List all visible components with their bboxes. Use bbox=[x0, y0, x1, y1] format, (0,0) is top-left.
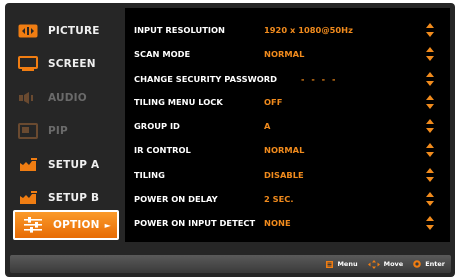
sidebar-item-picture[interactable]: PICTURE bbox=[10, 17, 116, 45]
setting-row-input-resolution[interactable]: INPUT RESOLUTION 1920 x 1080@50Hz bbox=[125, 21, 450, 39]
sliders-icon bbox=[19, 211, 47, 239]
enter-icon bbox=[413, 260, 422, 268]
sidebar-item-label: AUDIO bbox=[48, 92, 87, 104]
setting-row-tiling-menu-lock[interactable]: TILING MENU LOCK OFF bbox=[125, 93, 450, 111]
up-down-arrows-icon[interactable] bbox=[426, 168, 434, 182]
up-down-arrows-icon[interactable] bbox=[426, 192, 434, 206]
chevron-right-icon: ► bbox=[104, 220, 111, 230]
pip-icon bbox=[14, 117, 42, 145]
setup-a-icon bbox=[14, 151, 42, 179]
setting-value: NONE bbox=[264, 218, 291, 228]
sidebar-item-label: OPTION bbox=[53, 219, 100, 231]
navigation-hint-bar: Menu Move Enter bbox=[10, 255, 451, 273]
setting-row-change-security-password[interactable]: CHANGE SECURITY PASSWORD - - - - bbox=[125, 70, 450, 88]
hint-enter: Enter bbox=[413, 260, 445, 268]
sidebar-item-label: PICTURE bbox=[48, 25, 100, 37]
setting-label: GROUP ID bbox=[134, 121, 180, 131]
hint-menu: Menu bbox=[326, 260, 358, 268]
setting-value: 2 SEC. bbox=[264, 194, 294, 204]
up-down-arrows-icon[interactable] bbox=[426, 119, 434, 133]
setting-label: POWER ON DELAY bbox=[134, 194, 218, 204]
sidebar-item-pip: PIP bbox=[10, 117, 116, 145]
sidebar-item-label: SCREEN bbox=[48, 58, 96, 70]
sidebar-item-screen[interactable]: SCREEN bbox=[10, 50, 116, 78]
setting-label: CHANGE SECURITY PASSWORD bbox=[134, 74, 278, 84]
up-down-arrows-icon[interactable] bbox=[426, 143, 434, 157]
setting-value: A bbox=[264, 121, 271, 131]
sidebar-item-audio: AUDIO bbox=[10, 84, 116, 112]
setting-value: OFF bbox=[264, 97, 283, 107]
setting-row-ir-control[interactable]: IR CONTROL NORMAL bbox=[125, 141, 450, 159]
setting-row-power-on-input-detect[interactable]: POWER ON INPUT DETECT NONE bbox=[125, 214, 450, 232]
setting-label: TILING bbox=[134, 170, 165, 180]
up-down-arrows-icon[interactable] bbox=[426, 23, 434, 37]
up-down-arrows-icon[interactable] bbox=[426, 72, 434, 86]
sidebar-item-label: PIP bbox=[48, 125, 68, 137]
setting-row-tiling[interactable]: TILING DISABLE bbox=[125, 166, 450, 184]
sidebar-item-setup-a[interactable]: SETUP A bbox=[10, 151, 116, 179]
hint-move: Move bbox=[367, 259, 404, 269]
picture-icon bbox=[14, 17, 42, 45]
speaker-icon bbox=[14, 84, 42, 112]
setup-b-icon bbox=[14, 184, 42, 212]
setting-row-group-id[interactable]: GROUP ID A bbox=[125, 117, 450, 135]
setting-label: INPUT RESOLUTION bbox=[134, 25, 225, 35]
setting-value: DISABLE bbox=[264, 170, 304, 180]
setting-label: SCAN MODE bbox=[134, 49, 191, 59]
setting-row-power-on-delay[interactable]: POWER ON DELAY 2 SEC. bbox=[125, 190, 450, 208]
hint-label: Enter bbox=[425, 260, 445, 268]
osd-sidebar: PICTURE SCREEN AUDIO PIP SETUP A SETUP B bbox=[5, 3, 121, 245]
sidebar-item-label: SETUP B bbox=[48, 192, 100, 204]
setting-label: IR CONTROL bbox=[134, 145, 191, 155]
up-down-arrows-icon[interactable] bbox=[426, 95, 434, 109]
sidebar-item-label: SETUP A bbox=[48, 159, 100, 171]
monitor-icon bbox=[14, 50, 42, 78]
option-settings-panel: INPUT RESOLUTION 1920 x 1080@50Hz SCAN M… bbox=[125, 8, 450, 242]
up-down-arrows-icon[interactable] bbox=[426, 47, 434, 61]
setting-row-scan-mode[interactable]: SCAN MODE NORMAL bbox=[125, 45, 450, 63]
sidebar-item-option[interactable]: OPTION ► bbox=[13, 210, 119, 240]
move-arrows-icon bbox=[367, 259, 380, 269]
setting-label: TILING MENU LOCK bbox=[134, 97, 223, 107]
sidebar-item-setup-b[interactable]: SETUP B bbox=[10, 184, 116, 212]
password-placeholder: - - - - bbox=[301, 74, 338, 84]
setting-value: NORMAL bbox=[264, 49, 305, 59]
menu-icon bbox=[326, 260, 334, 268]
setting-value: 1920 x 1080@50Hz bbox=[264, 25, 353, 35]
up-down-arrows-icon[interactable] bbox=[426, 216, 434, 230]
setting-value: NORMAL bbox=[264, 145, 305, 155]
setting-label: POWER ON INPUT DETECT bbox=[134, 218, 256, 228]
hint-label: Move bbox=[383, 260, 404, 268]
hint-label: Menu bbox=[337, 260, 358, 268]
